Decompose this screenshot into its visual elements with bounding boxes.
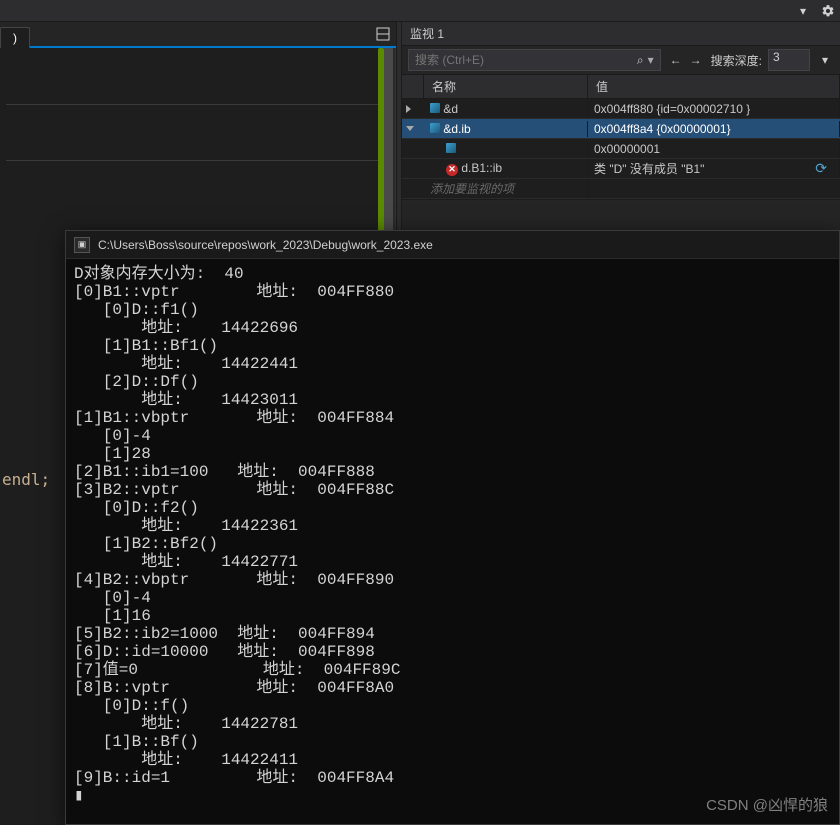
watch1-grid-body: &d 0x004ff880 {id=0x00002710 } &d.ib 0x004… [402, 99, 840, 199]
watch-value: 0x004ff8a4 {0x00000001} [594, 122, 731, 136]
search-icon[interactable]: ⌕ [637, 53, 644, 68]
col-name-header[interactable]: 名称 [424, 75, 588, 98]
variable-icon [430, 103, 440, 113]
variable-icon [430, 123, 440, 133]
watch-row[interactable]: &d.ib 0x004ff8a4 {0x00000001} [402, 119, 840, 139]
watch-name: &d [440, 102, 458, 116]
watch-value: 类 "D" 没有成员 "B1" [594, 160, 704, 177]
chevron-down-icon[interactable]: ▾ [648, 53, 654, 67]
watch1-search-row: ⌕ ▾ ← → 搜索深度: 3 ▾ [402, 46, 840, 75]
search-depth-label: 搜索深度: [711, 52, 762, 69]
top-toolbar: ▾ [0, 0, 840, 22]
watch1-title: 监视 1 [402, 22, 840, 46]
console-title-text: C:\Users\Boss\source\repos\work_2023\Deb… [98, 238, 433, 252]
watch-row[interactable]: ✕ d.B1::ib 类 "D" 没有成员 "B1" ⟳ [402, 159, 840, 179]
console-output[interactable]: D对象内存大小为: 40 [0]B1::vptr 地址: 004FF880 [0… [66, 259, 839, 824]
split-window-icon[interactable] [374, 25, 392, 43]
gear-icon[interactable] [820, 3, 836, 19]
nav-back-icon[interactable]: ← [667, 51, 685, 69]
console-titlebar[interactable]: ▣ C:\Users\Boss\source\repos\work_2023\D… [66, 231, 839, 259]
watermark-text: CSDN @凶悍的狼 [706, 794, 828, 815]
watch1-grid-header: 名称 值 [402, 75, 840, 99]
tab-strip: ) [0, 22, 396, 48]
nav-forward-icon[interactable]: → [687, 51, 705, 69]
console-app-icon: ▣ [74, 237, 90, 253]
watch-value: 0x004ff880 {id=0x00002710 } [594, 102, 750, 116]
col-value-header[interactable]: 值 [588, 75, 840, 98]
watch-name: &d.ib [440, 122, 471, 136]
add-watch-placeholder: 添加要监视的项 [424, 179, 588, 198]
search-depth-select[interactable]: 3 [768, 49, 810, 71]
refresh-icon[interactable]: ⟳ [815, 160, 833, 177]
code-token-endl: endl; [2, 470, 50, 489]
expand-down-icon[interactable] [406, 126, 414, 131]
editor-tab[interactable]: ) [0, 27, 30, 48]
watch1-panel: 监视 1 ⌕ ▾ ← → 搜索深度: 3 ▾ 名称 值 & [402, 22, 840, 200]
error-icon: ✕ [446, 164, 458, 176]
watch1-search-input[interactable] [415, 53, 637, 67]
watch-value: 0x00000001 [594, 142, 660, 156]
watch-row[interactable]: &d 0x004ff880 {id=0x00002710 } [402, 99, 840, 119]
watch1-search-box[interactable]: ⌕ ▾ [408, 49, 661, 71]
variable-icon [446, 143, 456, 153]
expand-right-icon[interactable] [406, 105, 411, 113]
breakpoint-marker [378, 48, 384, 248]
scrollbar-thumb[interactable] [383, 48, 393, 248]
dropdown-icon[interactable]: ▾ [794, 2, 812, 20]
console-window[interactable]: ▣ C:\Users\Boss\source\repos\work_2023\D… [65, 230, 840, 825]
depth-chevron-down-icon[interactable]: ▾ [816, 51, 834, 69]
watch1-add-row[interactable]: 添加要监视的项 [402, 179, 840, 199]
watch-row[interactable]: 0x00000001 [402, 139, 840, 159]
watch-name: d.B1::ib [458, 161, 502, 175]
